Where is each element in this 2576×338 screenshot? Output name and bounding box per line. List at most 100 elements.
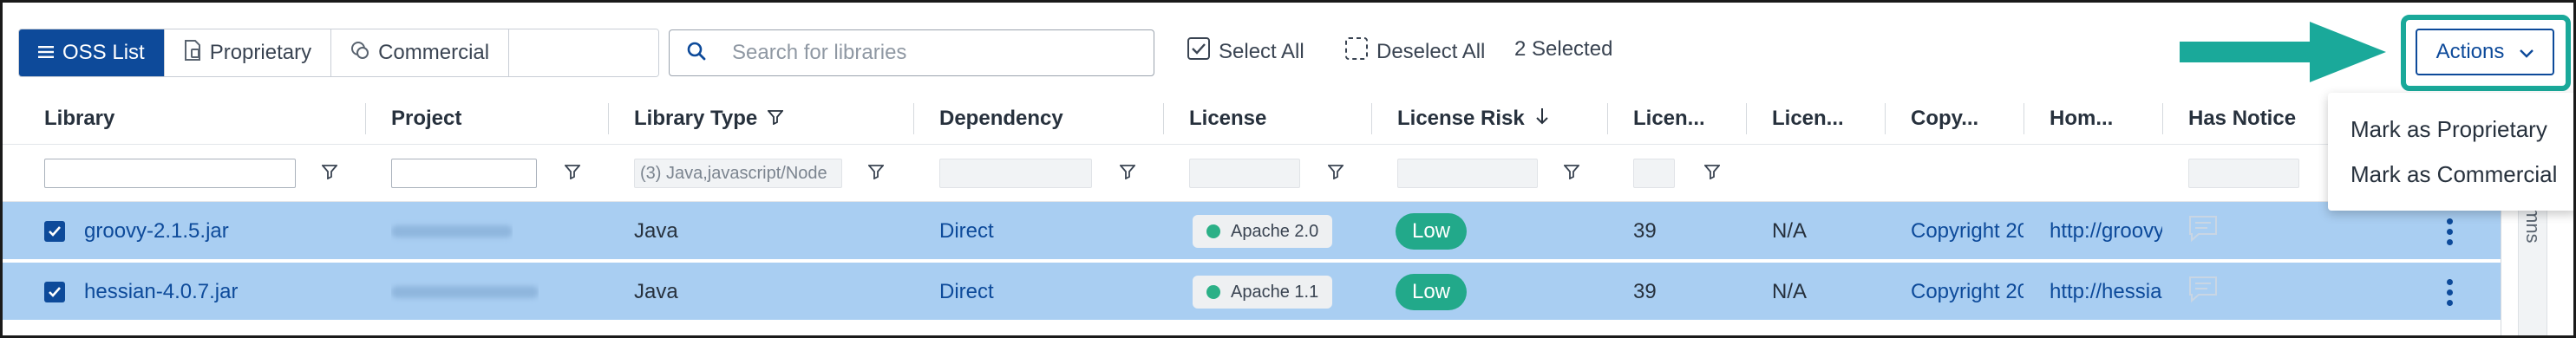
row-checkbox[interactable]	[44, 282, 65, 302]
view-segmented-control: OSS List Proprietary Commercial	[18, 29, 660, 77]
license-pill[interactable]: Apache 1.1	[1193, 276, 1333, 309]
annotation-arrow-icon	[2180, 22, 2386, 82]
filter-icon[interactable]	[867, 164, 885, 184]
actions-menu: Mark as Proprietary Mark as Commercial	[2328, 93, 2573, 211]
redacted-text	[391, 286, 539, 298]
homepage-link[interactable]: http://hessia	[2050, 263, 2162, 322]
document-icon	[184, 39, 201, 67]
tab-empty-slot	[509, 29, 659, 76]
tab-commercial[interactable]: Commercial	[331, 29, 510, 76]
library-search[interactable]	[669, 29, 1154, 76]
library-cell: groovy-2.1.5.jar	[44, 202, 229, 261]
menu-item-mark-proprietary[interactable]: Mark as Proprietary	[2328, 107, 2573, 152]
table-row[interactable]: groovy-2.1.5.jar Java Direct Apache 2.0 …	[3, 202, 2501, 261]
col-header-dependency[interactable]: Dependency	[913, 93, 1063, 145]
licen-cell: 39	[1633, 219, 1657, 243]
filter-icon[interactable]	[1563, 164, 1580, 184]
row-menu-button[interactable]	[2447, 263, 2453, 322]
col-header-license-risk[interactable]: License Risk	[1371, 93, 1549, 145]
copyright-link[interactable]: Copyright 20	[1911, 263, 2024, 322]
risk-badge: Low	[1396, 213, 1467, 250]
tab-label: Proprietary	[209, 41, 312, 64]
selected-count: 2 Selected	[1514, 37, 1613, 61]
filter-library-type-input[interactable]	[634, 159, 842, 188]
filter-icon[interactable]	[1327, 164, 1344, 184]
tab-label: Commercial	[378, 41, 490, 64]
license-pill[interactable]: Apache 2.0	[1193, 215, 1333, 248]
menu-item-mark-commercial[interactable]: Mark as Commercial	[2328, 152, 2573, 197]
filter-license-risk-input[interactable]	[1397, 159, 1538, 188]
licen-cell: N/A	[1772, 219, 1808, 243]
col-header-label: Copy...	[1911, 107, 1979, 130]
status-dot-icon	[1206, 285, 1220, 299]
tab-proprietary[interactable]: Proprietary	[164, 29, 332, 76]
tab-label: OSS List	[62, 41, 145, 64]
grid-header: Library Project Library Type Dependency …	[3, 93, 2501, 145]
chevron-down-icon	[2520, 40, 2534, 64]
filter-icon[interactable]	[1703, 164, 1721, 184]
deselect-all-button[interactable]: Deselect All	[1345, 37, 1485, 66]
homepage-link[interactable]: http://groovy	[2050, 202, 2162, 261]
col-header-label: Licen...	[1772, 107, 1844, 130]
col-header-project[interactable]: Project	[365, 93, 461, 145]
col-header-library-type[interactable]: Library Type	[608, 93, 785, 145]
filter-project-input[interactable]	[391, 159, 537, 188]
has-notice-cell	[2188, 202, 2218, 261]
filter-icon[interactable]	[1119, 164, 1136, 184]
filter-library-input[interactable]	[44, 159, 296, 188]
col-header-homepage[interactable]: Hom...	[2024, 93, 2113, 145]
filter-dependency-input[interactable]	[939, 159, 1092, 188]
license-label: Apache 2.0	[1231, 221, 1319, 241]
license-cell: Apache 2.0	[1193, 202, 1333, 261]
col-header-label: License Risk	[1397, 107, 1525, 130]
has-notice-cell	[2188, 263, 2218, 322]
col-header-label: Library	[44, 107, 115, 130]
filter-has-notice-input[interactable]	[2188, 159, 2299, 188]
actions-button[interactable]: Actions	[2416, 29, 2554, 75]
search-icon	[687, 42, 706, 65]
search-input[interactable]	[732, 41, 1114, 65]
row-menu-button[interactable]	[2447, 202, 2453, 261]
library-type-cell: Java	[634, 280, 678, 303]
filter-icon[interactable]	[321, 164, 338, 184]
library-link[interactable]: groovy-2.1.5.jar	[84, 219, 229, 244]
col-header-copyright[interactable]: Copy...	[1885, 93, 1978, 145]
filter-active-icon	[767, 107, 785, 131]
status-dot-icon	[1206, 224, 1220, 238]
filter-license-input[interactable]	[1189, 159, 1300, 188]
copyright-link[interactable]: Copyright 20	[1911, 202, 2024, 261]
col-header-label: Has Notice	[2188, 107, 2297, 130]
col-header-licen-2[interactable]: Licen...	[1746, 93, 1844, 145]
col-header-has-notice[interactable]: Has Notice	[2162, 93, 2296, 145]
coins-icon	[350, 41, 369, 66]
comment-icon	[2188, 215, 2218, 249]
col-header-library[interactable]: Library	[18, 93, 114, 145]
col-header-licen-1[interactable]: Licen...	[1607, 93, 1705, 145]
row-checkbox[interactable]	[44, 221, 65, 242]
actions-label: Actions	[2435, 40, 2505, 63]
filter-icon[interactable]	[564, 164, 581, 184]
license-risk-cell: Low	[1396, 263, 1467, 322]
sort-arrow-down-icon	[1535, 107, 1549, 131]
project-cell	[391, 202, 513, 261]
col-header-license[interactable]: License	[1163, 93, 1266, 145]
comment-icon	[2188, 276, 2218, 309]
select-all-label: Select All	[1219, 39, 1304, 63]
filter-licen-input[interactable]	[1633, 159, 1675, 188]
licen-cell: N/A	[1772, 280, 1808, 303]
kebab-icon	[2447, 218, 2453, 245]
col-header-label: Project	[391, 107, 462, 130]
deselect-all-label: Deselect All	[1376, 39, 1486, 63]
list-icon	[38, 41, 54, 65]
toolbar: OSS List Proprietary Commercial Search f…	[3, 3, 2573, 93]
table-row[interactable]: hessian-4.0.7.jar Java Direct Apache 1.1…	[3, 263, 2501, 322]
dependency-link[interactable]: Direct	[939, 263, 994, 322]
tab-oss-list[interactable]: OSS List	[19, 29, 165, 76]
library-link[interactable]: hessian-4.0.7.jar	[84, 280, 238, 304]
dependency-link[interactable]: Direct	[939, 202, 994, 261]
select-all-button[interactable]: Select All	[1187, 37, 1304, 66]
licen-cell: 39	[1633, 280, 1657, 303]
filter-row	[3, 145, 2501, 202]
redacted-text	[391, 225, 513, 237]
col-header-label: Library Type	[634, 107, 758, 130]
